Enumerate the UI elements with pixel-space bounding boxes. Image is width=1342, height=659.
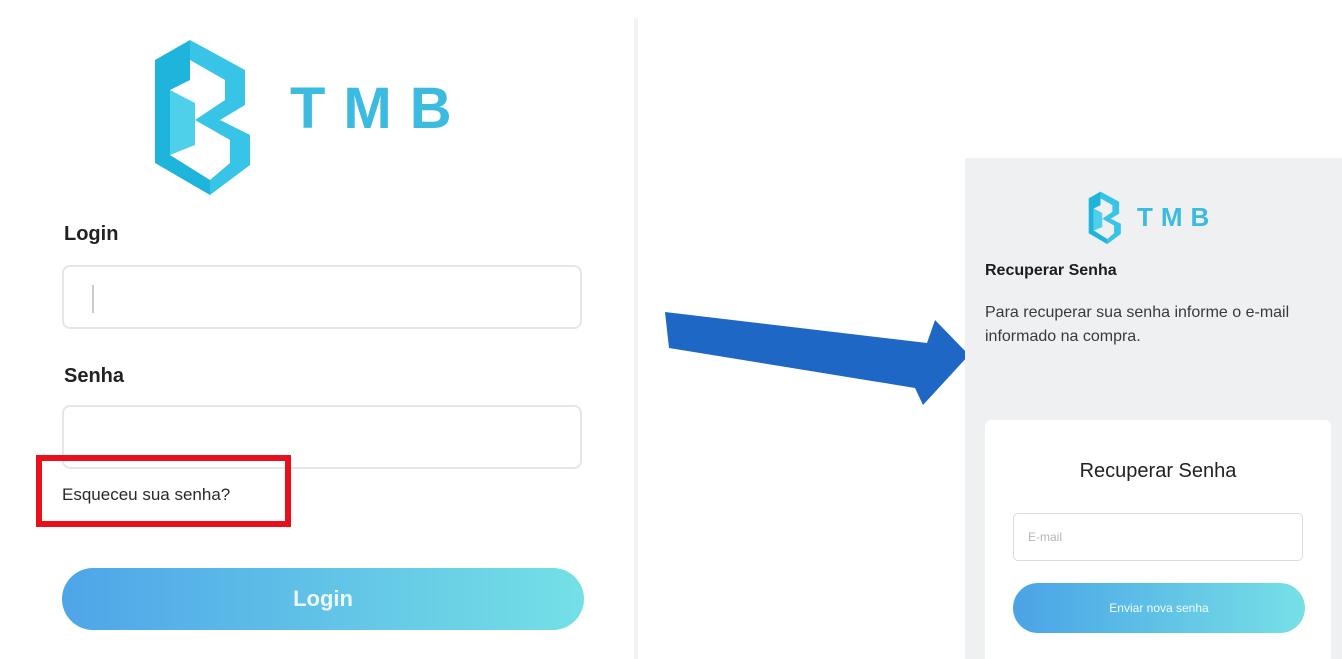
send-new-password-button[interactable]: Enviar nova senha — [1013, 583, 1305, 633]
arrow-right-icon — [665, 312, 969, 405]
login-screen: TMB Login Senha Esqueceu sua senha? Logi… — [0, 0, 630, 659]
email-input[interactable] — [1013, 513, 1303, 561]
tmb-logo-small: TMB — [1087, 188, 1247, 248]
card-title: Recuperar Senha — [1079, 460, 1237, 482]
recover-title: Recuperar Senha — [985, 262, 1117, 279]
tmb-logo: TMB — [150, 35, 510, 195]
recover-card: Recuperar Senha Enviar nova senha — [985, 420, 1331, 659]
tmb-logo-mark-icon — [155, 40, 250, 195]
login-input[interactable] — [62, 265, 582, 329]
recover-description: Para recuperar sua senha informe o e-mai… — [985, 304, 1290, 345]
login-button[interactable]: Login — [62, 568, 584, 630]
tmb-logo-mark-small-icon — [1088, 191, 1121, 245]
recover-password-screen: TMB Recuperar Senha Para recuperar sua s… — [965, 158, 1342, 659]
forgot-password-link[interactable]: Esqueceu sua senha? — [62, 485, 230, 505]
text-caret — [92, 285, 94, 313]
login-label: Login — [64, 223, 119, 245]
senha-label: Senha — [64, 365, 125, 387]
panel-divider — [634, 18, 638, 659]
tmb-logo-text: TMB — [290, 76, 470, 141]
tmb-logo-text-small: TMB — [1137, 202, 1218, 232]
